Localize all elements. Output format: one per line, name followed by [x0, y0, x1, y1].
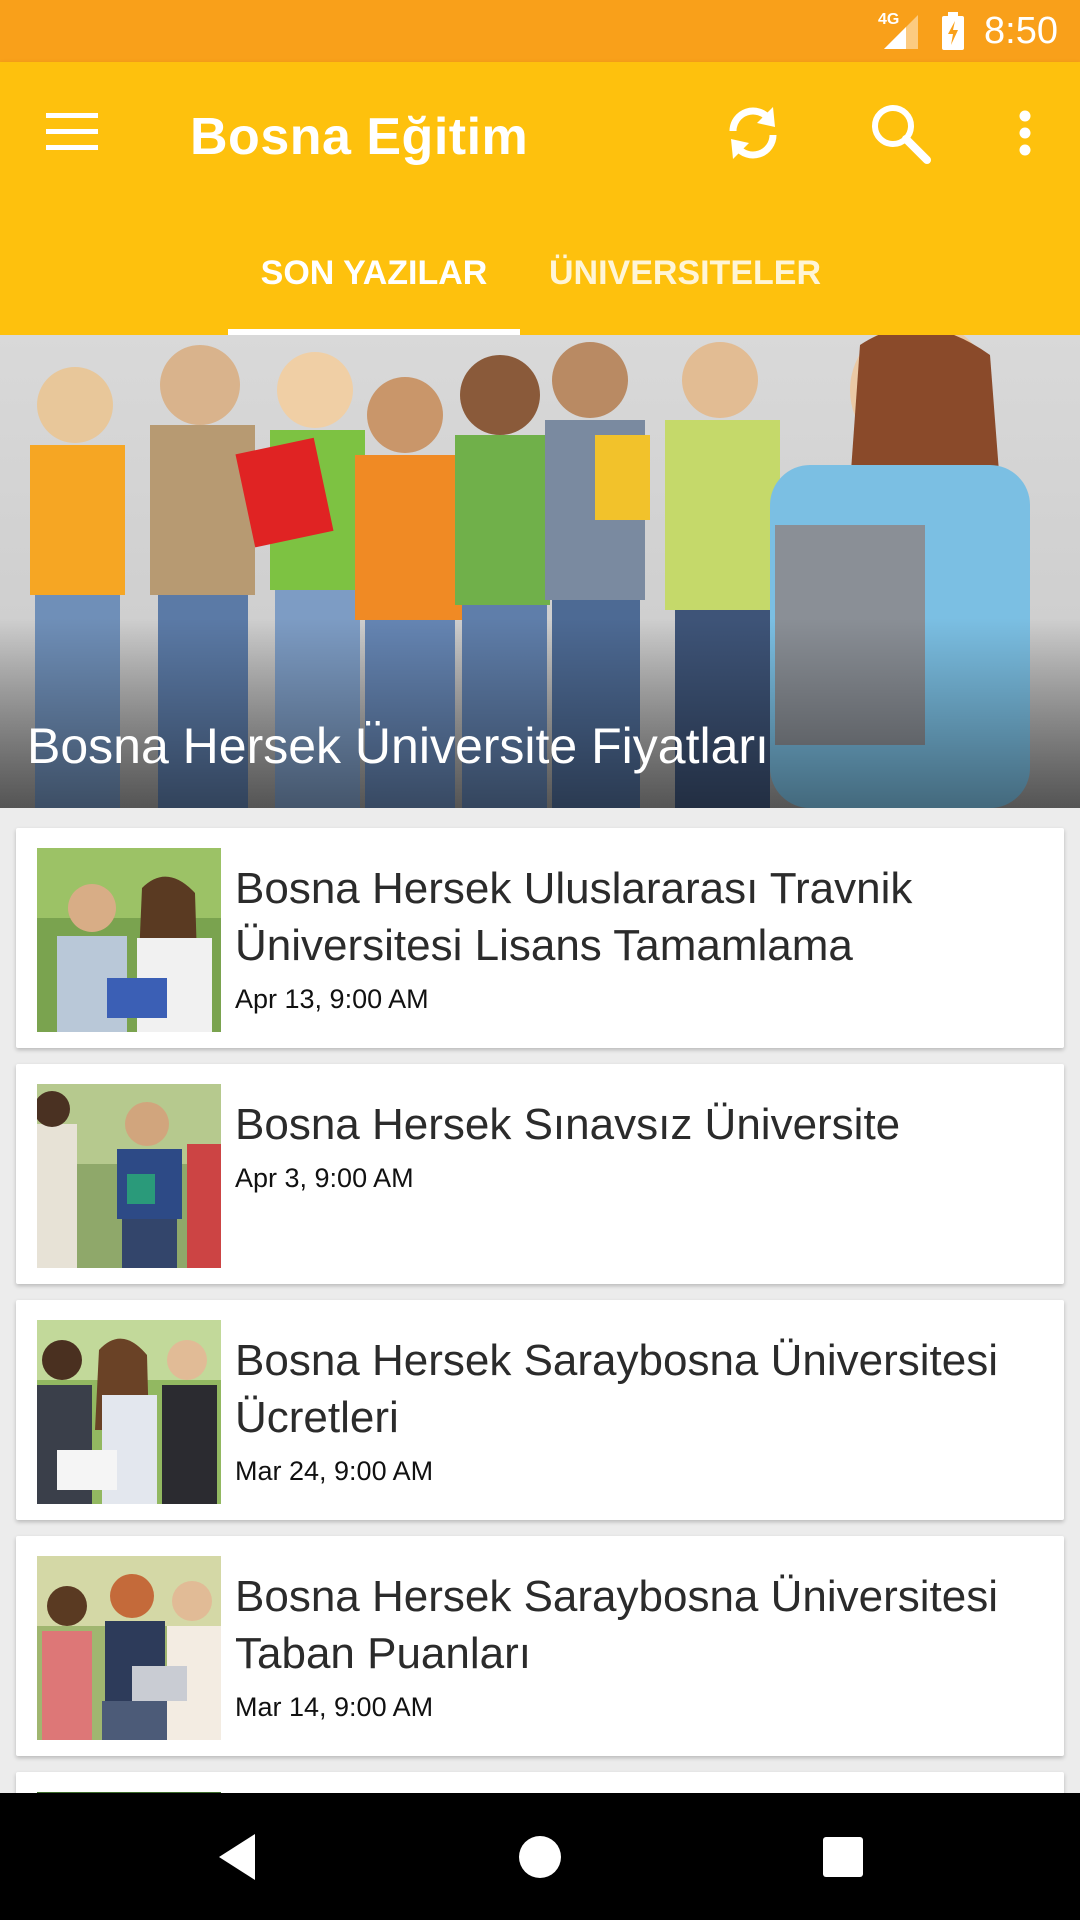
search-button[interactable] — [860, 98, 940, 168]
clock: 8:50 — [984, 9, 1058, 52]
search-icon — [872, 105, 931, 164]
featured-image-overlay — [0, 618, 1080, 808]
refresh-icon — [729, 107, 777, 159]
tab-son-yazilar[interactable]: SON YAZILAR — [228, 212, 520, 335]
back-triangle-icon — [219, 1834, 255, 1880]
article-date: Apr 13, 9:00 AM — [235, 984, 429, 1014]
home-circle-icon — [519, 1836, 561, 1878]
article-date: Mar 14, 9:00 AM — [235, 1692, 434, 1722]
toolbar: Bosna Eğitim — [0, 62, 1080, 212]
menu-button[interactable] — [32, 102, 112, 162]
article-thumbnail — [37, 1556, 221, 1740]
more-vert-icon — [1019, 110, 1031, 156]
recents-square-icon — [823, 1837, 863, 1877]
article-thumbnail — [37, 1320, 221, 1504]
status-bar: 4G 8:50 — [0, 0, 1080, 62]
recents-button[interactable] — [801, 1815, 885, 1899]
article-thumbnail — [37, 1084, 221, 1268]
article-date: Mar 24, 9:00 AM — [235, 1456, 434, 1486]
article-card[interactable]: Bosna Hersek Saraybosna Üniversitesi Tab… — [16, 1536, 1064, 1756]
system-navigation-bar — [0, 1793, 1080, 1920]
refresh-button[interactable] — [713, 98, 793, 168]
article-card[interactable]: Bosna Hersek Sınavsız Üniversite Apr 3, … — [16, 1064, 1064, 1284]
network-type: 4G — [878, 11, 900, 28]
article-date: Apr 3, 9:00 AM — [235, 1163, 414, 1193]
featured-title: Bosna Hersek Üniversite Fiyatları — [27, 718, 769, 774]
article-card[interactable]: Bosna Hersek Saraybosna Üniversitesi Ücr… — [16, 1300, 1064, 1520]
featured-article[interactable]: Bosna Hersek Üniversite Fiyatları — [0, 335, 1080, 808]
article-card[interactable]: Bosna Hersek Uluslararası Travnik Üniver… — [16, 828, 1064, 1048]
app-title: Bosna Eğitim — [190, 108, 529, 166]
overflow-menu-button[interactable] — [1000, 98, 1050, 168]
app-bar: Bosna Eğitim SON YAZILAR ÜNIVERSITELER — [0, 62, 1080, 335]
tab-bar: SON YAZILAR ÜNIVERSITELER — [0, 212, 1080, 335]
cell-signal-icon: 4G — [878, 11, 922, 51]
article-title: Bosna Hersek Saraybosna Üniversitesi Tab… — [235, 1572, 999, 1678]
tab-universiteler[interactable]: ÜNIVERSITELER — [540, 212, 830, 335]
article-card-partial[interactable] — [16, 1772, 1064, 1793]
article-title: Bosna Hersek Uluslararası Travnik Üniver… — [235, 864, 913, 970]
article-list: Bosna Hersek Uluslararası Travnik Üniver… — [0, 808, 1080, 1793]
article-title: Bosna Hersek Sınavsız Üniversite — [235, 1100, 901, 1149]
home-button[interactable] — [498, 1815, 582, 1899]
back-button[interactable] — [195, 1815, 279, 1899]
article-thumbnail — [37, 848, 221, 1032]
menu-icon — [46, 113, 98, 150]
article-title: Bosna Hersek Saraybosna Üniversitesi Ücr… — [235, 1336, 999, 1442]
battery-charging-icon — [942, 12, 965, 50]
